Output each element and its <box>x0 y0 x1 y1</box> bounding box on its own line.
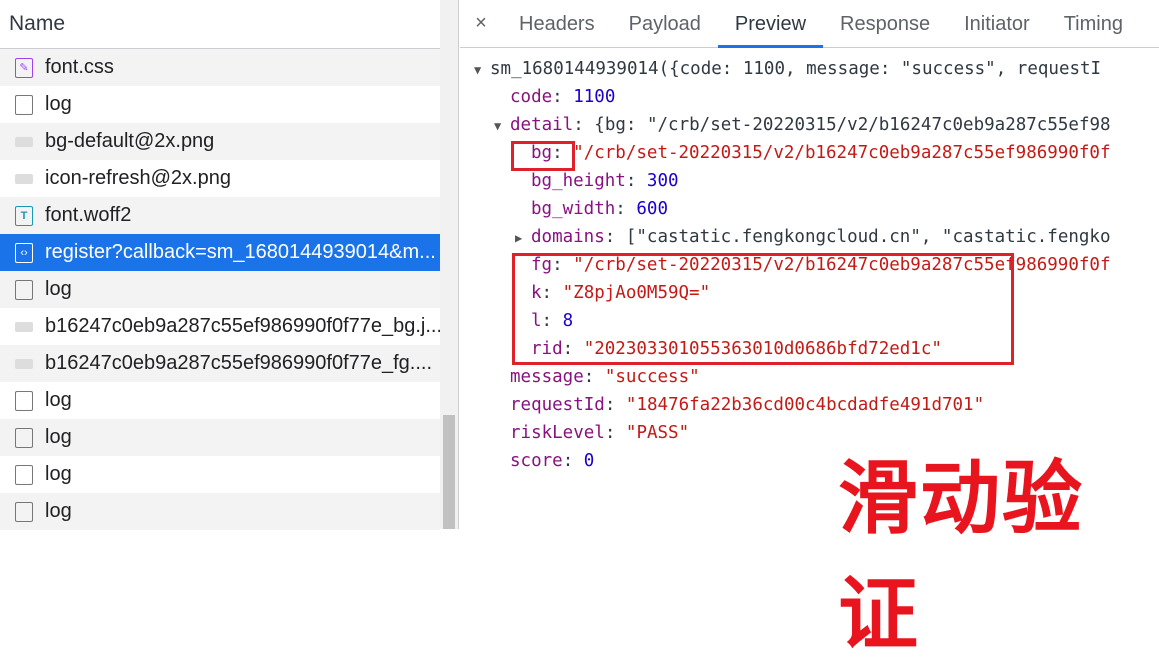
request-name: register?callback=sm_1680144939014&m... <box>45 241 436 263</box>
request-row[interactable]: ✎ font.css <box>0 49 440 86</box>
request-row[interactable]: log <box>0 382 440 419</box>
expand-down-icon[interactable]: ▼ <box>474 56 490 84</box>
request-name: log <box>45 426 72 448</box>
name-column-header[interactable]: Name <box>0 0 458 49</box>
request-row[interactable]: log <box>0 419 440 456</box>
tree-item-bg-height: bg_height: 300 <box>531 171 679 191</box>
highlight-box-fg-block <box>512 253 1014 365</box>
request-row[interactable]: log <box>0 493 440 530</box>
close-icon[interactable]: × <box>460 12 502 35</box>
img-file-icon <box>15 358 33 369</box>
css-file-icon: ✎ <box>15 57 33 78</box>
font-file-icon: T <box>15 205 33 226</box>
expand-right-icon[interactable]: ▶ <box>515 224 531 252</box>
request-row[interactable]: icon-refresh@2x.png <box>0 160 440 197</box>
tree-root[interactable]: ▼ sm_1680144939014({code: 1100, message: … <box>460 55 1159 83</box>
request-name: b16247c0eb9a287c55ef986990f0f77e_fg.... <box>45 352 433 374</box>
request-row[interactable]: b16247c0eb9a287c55ef986990f0f77e_fg.... <box>0 345 440 382</box>
tree-item-code: code: 1100 <box>510 87 616 107</box>
tree-item-detail[interactable]: ▼ detail: {bg: "/crb/set-20220315/v2/b162… <box>460 111 1159 139</box>
doc-file-icon <box>15 427 33 448</box>
doc-file-icon <box>15 501 33 522</box>
request-name: icon-refresh@2x.png <box>45 167 231 189</box>
request-row[interactable]: Tfont.woff2 <box>0 197 440 234</box>
tree-item-domains[interactable]: ▶ domains: ["castatic.fengkongcloud.cn", … <box>460 223 1159 251</box>
request-name: log <box>45 389 72 411</box>
tab-preview[interactable]: Preview <box>717 0 824 48</box>
xhr-file-icon: ‹› <box>15 242 33 263</box>
doc-file-icon <box>15 390 33 411</box>
request-row[interactable]: b16247c0eb9a287c55ef986990f0f77e_bg.j... <box>0 308 440 345</box>
request-name: b16247c0eb9a287c55ef986990f0f77e_bg.j... <box>45 315 440 337</box>
tree-item-bg-width: bg_width: 600 <box>531 199 668 219</box>
request-row[interactable]: log <box>0 271 440 308</box>
request-name: font.woff2 <box>45 204 132 226</box>
tab-payload[interactable]: Payload <box>612 0 718 48</box>
img-file-icon <box>15 173 33 184</box>
scrollbar[interactable] <box>440 0 458 529</box>
detail-tabs: × Headers Payload Preview Response Initi… <box>460 0 1159 48</box>
img-file-icon <box>15 136 33 147</box>
doc-file-icon <box>15 279 33 300</box>
request-row[interactable]: ‹› register?callback=sm_1680144939014&m..… <box>0 234 440 271</box>
request-name: log <box>45 463 72 485</box>
doc-file-icon <box>15 94 33 115</box>
network-request-list: Name ✎ font.css log bg-default@2x.png icon-r… <box>0 0 459 530</box>
request-row[interactable]: bg-default@2x.png <box>0 123 440 160</box>
scrollbar-thumb[interactable] <box>443 415 455 529</box>
doc-file-icon <box>15 464 33 485</box>
tab-initiator[interactable]: Initiator <box>947 0 1047 48</box>
tree-item-requestid: requestId: "18476fa22b36cd00c4bcdadfe491… <box>510 395 985 415</box>
overlay-caption: 滑动验证 <box>838 452 1084 661</box>
request-name: font.css <box>45 56 114 78</box>
request-row[interactable]: log <box>0 86 440 123</box>
tab-timing[interactable]: Timing <box>1047 0 1140 48</box>
request-name: log <box>45 500 72 522</box>
request-row[interactable]: log <box>0 456 440 493</box>
request-name: log <box>45 278 72 300</box>
request-name: bg-default@2x.png <box>45 130 215 152</box>
highlight-box-bg <box>511 141 575 171</box>
tree-item-message: message: "success" <box>510 367 700 387</box>
tab-headers[interactable]: Headers <box>502 0 612 48</box>
expand-down-icon[interactable]: ▼ <box>494 112 510 140</box>
tab-response[interactable]: Response <box>823 0 947 48</box>
img-file-icon <box>15 321 33 332</box>
request-name: log <box>45 93 72 115</box>
